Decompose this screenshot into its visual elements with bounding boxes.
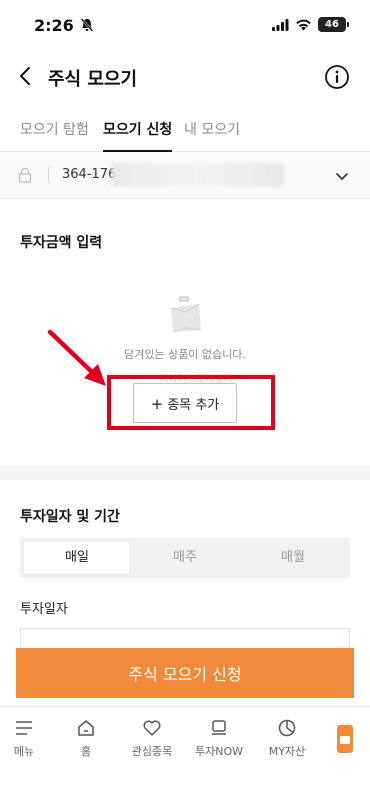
bottom-nav: 메뉴 홈 관심종목 투자NOW MY자산 <box>0 706 370 800</box>
status-bar: 2:26 46 <box>0 0 370 48</box>
invest-period-title: 투자일자 및 기간 <box>20 509 120 525</box>
invest-date-label: 투자일자 <box>20 602 68 617</box>
info-icon[interactable] <box>324 64 350 90</box>
account-divider <box>48 167 49 183</box>
nav-invest-now[interactable]: 투자NOW <box>190 717 248 767</box>
frequency-daily[interactable]: 매일 <box>24 542 130 574</box>
account-selector[interactable]: 364-176 <box>0 153 370 199</box>
apply-button[interactable]: 주식 모으기 신청 <box>16 648 354 698</box>
lock-icon <box>18 167 32 183</box>
screen-icon <box>212 720 226 735</box>
app-header: 주식 모으기 <box>0 48 370 104</box>
account-number: 364-176 <box>62 167 117 182</box>
nav-menu-label: 메뉴 <box>13 745 35 758</box>
tab-bar: 모으기 탐험 모으기 신청 내 모으기 <box>0 108 370 152</box>
status-time: 2:26 <box>34 16 74 35</box>
invest-amount-section: 투자금액 입력 담겨있는 상품이 없습니다. 이야기스토리텔러 + 종목 추가 <box>0 200 370 466</box>
nav-watchlist-label: 관심종목 <box>131 745 173 758</box>
account-number-mask <box>112 163 284 187</box>
empty-box-icon <box>170 296 202 333</box>
frequency-weekly[interactable]: 매주 <box>132 542 238 574</box>
pie-chart-icon <box>278 719 296 737</box>
nav-invest-now-label: 투자NOW <box>194 745 243 758</box>
section-divider <box>0 466 370 480</box>
chevron-down-icon[interactable] <box>334 168 350 184</box>
tab-my-collection[interactable]: 내 모으기 <box>184 119 240 152</box>
nav-watchlist[interactable]: 관심종목 <box>124 717 180 767</box>
bell-off-icon <box>80 18 94 32</box>
nav-my-assets[interactable]: MY자산 <box>262 717 312 767</box>
home-icon <box>78 720 94 736</box>
menu-icon <box>16 721 32 735</box>
frequency-selector: 매일 매주 매월 <box>20 538 350 578</box>
nav-menu[interactable]: 메뉴 <box>4 717 44 767</box>
page-title: 주식 모으기 <box>48 69 138 90</box>
frequency-monthly[interactable]: 매월 <box>240 542 346 574</box>
tab-explore[interactable]: 모으기 탐험 <box>20 119 89 152</box>
nav-home[interactable]: 홈 <box>64 717 108 767</box>
highlight-box <box>107 375 275 430</box>
wifi-icon <box>296 19 311 31</box>
annotation-arrow <box>47 329 106 386</box>
wallet-icon[interactable] <box>336 724 354 754</box>
invest-period-section: 투자일자 및 기간 매일 매주 매월 투자일자 <box>0 480 370 658</box>
invest-amount-title: 투자금액 입력 <box>20 235 103 251</box>
heart-icon <box>143 720 161 736</box>
nav-home-label: 홈 <box>80 745 92 758</box>
back-icon[interactable] <box>14 64 38 88</box>
nav-my-assets-label: MY자산 <box>268 745 306 758</box>
tab-apply[interactable]: 모으기 신청 <box>103 119 173 152</box>
battery-icon: 46 <box>318 17 349 32</box>
signal-icon <box>272 19 289 31</box>
